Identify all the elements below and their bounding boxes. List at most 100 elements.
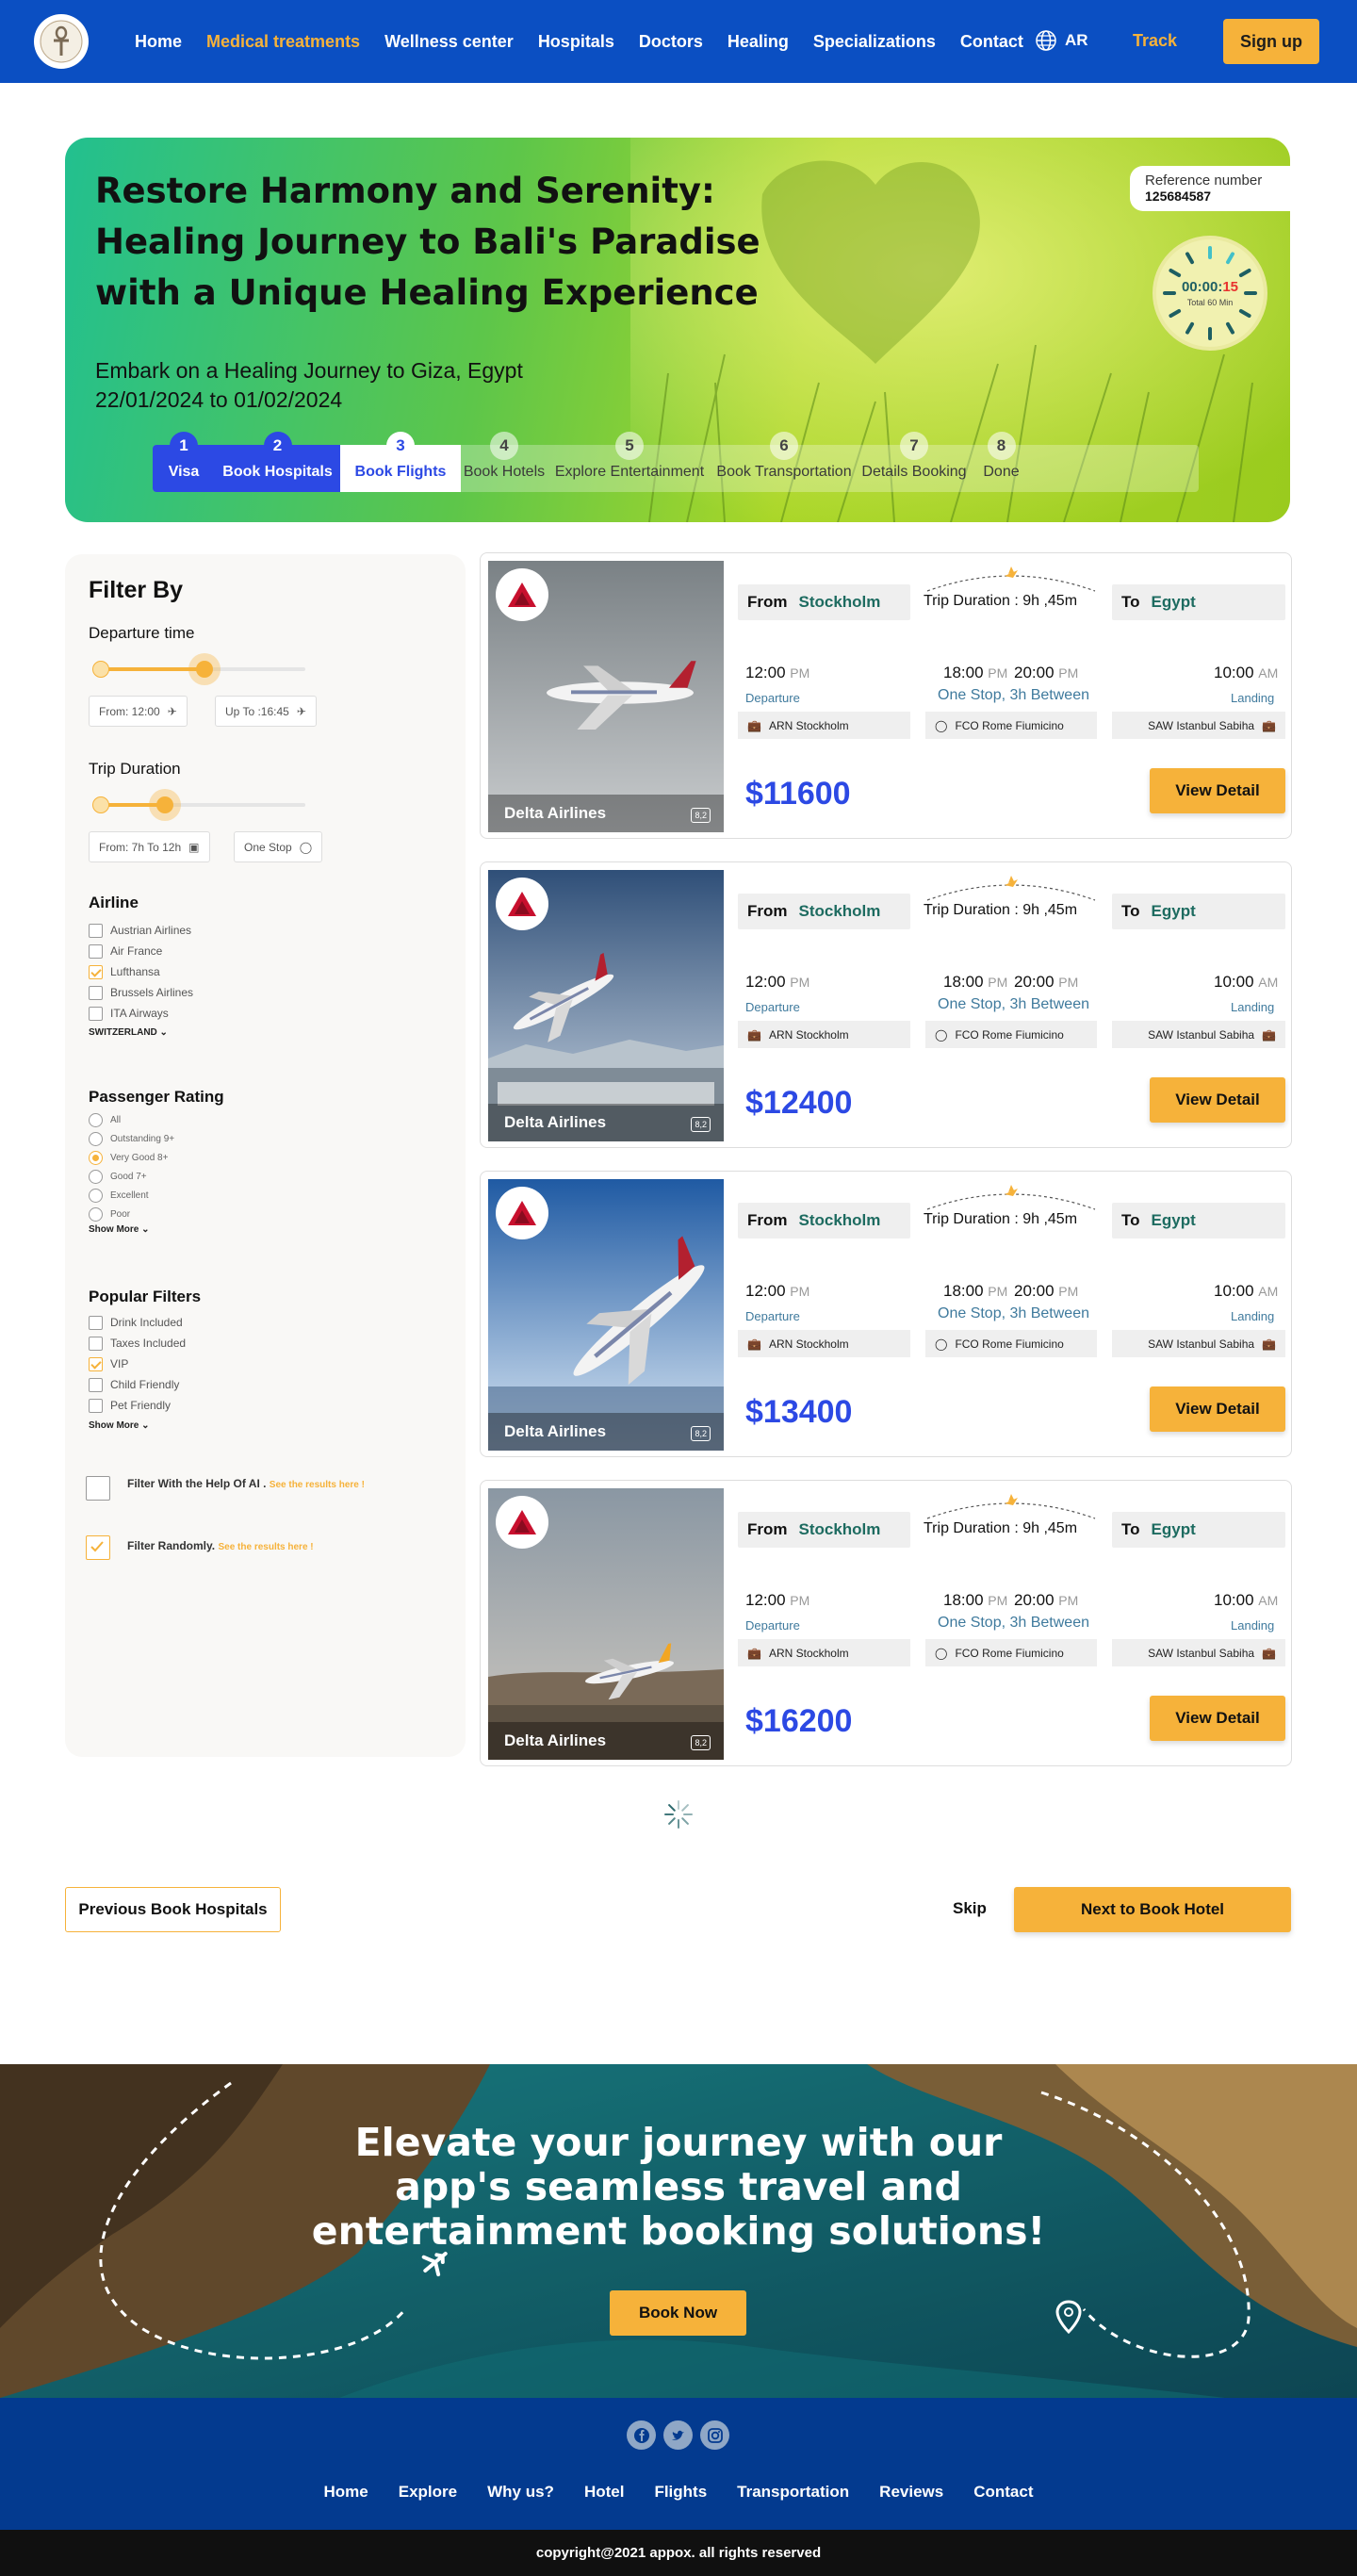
stop-airport: ◯ FCO Rome Fiumicino [925,1639,1097,1666]
checkbox[interactable] [89,1377,103,1392]
step-label: Book Flights [354,464,447,480]
checkbox[interactable] [89,923,103,938]
filter-option[interactable]: Austrian Airlines [89,920,193,941]
departure-min-handle[interactable] [92,661,109,678]
checkbox[interactable] [89,943,103,959]
checkbox[interactable] [89,1356,103,1371]
step-4[interactable]: 4 Book Hotels [461,432,548,492]
option-label: Air France [110,944,163,958]
nav-link-medical-treatments[interactable]: Medical treatments [206,32,360,52]
ai-filter-link[interactable]: See the results here ! [270,1480,365,1490]
to-city: Egypt [1151,902,1196,920]
filter-option[interactable]: Pet Friendly [89,1395,186,1416]
radio-button[interactable] [89,1206,103,1222]
nav-link-contact[interactable]: Contact [960,32,1023,52]
footer-link-flights[interactable]: Flights [654,2483,707,2502]
luggage-icon: 💼 [1262,1027,1276,1042]
language-switch[interactable]: AR [1035,29,1088,52]
book-now-button[interactable]: Book Now [610,2290,746,2336]
next-step-button[interactable]: Next to Book Hotel [1014,1887,1291,1932]
departure-label: Departure [745,1618,800,1633]
rating-option[interactable]: Good 7+ [89,1167,174,1186]
checkbox[interactable] [89,1336,103,1351]
duration-max-handle[interactable] [149,789,181,821]
filter-option[interactable]: Air France [89,941,193,961]
step-1[interactable]: 1 Visa [153,432,215,492]
departure-slider[interactable] [92,653,305,685]
filter-option[interactable]: ITA Airways [89,1003,193,1024]
filter-option[interactable]: Taxes Included [89,1333,186,1354]
skip-button[interactable]: Skip [953,1899,987,1918]
nav-link-home[interactable]: Home [135,32,182,52]
footer-link-explore[interactable]: Explore [399,2483,457,2502]
footer-link-why-us[interactable]: Why us? [487,2483,554,2502]
checkbox[interactable] [89,985,103,1000]
checkbox[interactable] [89,1315,103,1330]
radio-button[interactable] [89,1112,103,1127]
view-detail-button[interactable]: View Detail [1150,1077,1285,1123]
ai-filter-checkbox[interactable] [86,1476,110,1501]
option-label: Very Good 8+ [110,1152,169,1163]
previous-step-button[interactable]: Previous Book Hospitals [65,1887,281,1932]
radio-button[interactable] [89,1150,103,1165]
random-filter-link[interactable]: See the results here ! [218,1542,313,1552]
signup-button[interactable]: Sign up [1223,19,1319,64]
step-8[interactable]: 8 Done [972,432,1031,492]
checkbox[interactable] [89,964,103,979]
rating-option[interactable]: Very Good 8+ [89,1148,174,1167]
filter-option[interactable]: Lufthansa [89,961,193,982]
radio-button[interactable] [89,1131,103,1146]
footer-link-reviews[interactable]: Reviews [879,2483,943,2502]
filter-option[interactable]: Brussels Airlines [89,982,193,1003]
step-2[interactable]: 2 Book Hospitals [215,432,340,492]
departure-airport: 💼 ARN Stockholm [738,1330,910,1357]
radio-button[interactable] [89,1169,103,1184]
popular-show-more[interactable]: Show More ⌄ [89,1420,150,1431]
filter-option[interactable]: VIP [89,1354,186,1374]
departure-to-field[interactable]: Up To :16:45 ✈ [215,696,317,727]
radio-button[interactable] [89,1188,103,1203]
step-number: 6 [770,432,798,460]
rating-option[interactable]: Excellent [89,1186,174,1205]
nav-link-wellness-center[interactable]: Wellness center [384,32,514,52]
instagram-icon[interactable] [700,2420,729,2450]
duration-slider[interactable] [92,789,305,821]
airline-more-toggle[interactable]: SWITZERLAND ⌄ [89,1027,168,1038]
nav-link-doctors[interactable]: Doctors [639,32,703,52]
footer-link-hotel[interactable]: Hotel [584,2483,625,2502]
nav-link-specializations[interactable]: Specializations [813,32,936,52]
view-detail-button[interactable]: View Detail [1150,1386,1285,1432]
departure-from-field[interactable]: From: 12:00 ✈ [89,696,188,727]
rating-option[interactable]: All [89,1110,174,1129]
track-link[interactable]: Track [1133,31,1177,51]
logo[interactable] [34,14,89,69]
step-3[interactable]: 3 Book Flights [340,432,461,492]
duration-range-field[interactable]: From: 7h To 12h ▣ [89,831,210,862]
facebook-icon[interactable] [627,2420,656,2450]
nav-link-hospitals[interactable]: Hospitals [538,32,614,52]
twitter-icon[interactable] [663,2420,693,2450]
checkbox[interactable] [89,1006,103,1021]
duration-min-handle[interactable] [92,796,109,813]
rating-option[interactable]: Outstanding 9+ [89,1129,174,1148]
step-6[interactable]: 6 Book Transportation [711,432,857,492]
departure-max-handle[interactable] [188,653,221,685]
nav-link-healing[interactable]: Healing [728,32,789,52]
airline-name: Delta Airlines [504,804,607,822]
step-7[interactable]: 7 Details Booking [857,432,972,492]
checkbox[interactable] [89,1398,103,1413]
view-detail-button[interactable]: View Detail [1150,768,1285,813]
footer-link-home[interactable]: Home [324,2483,368,2502]
rating-show-more[interactable]: Show More ⌄ [89,1224,150,1235]
random-filter-checkbox[interactable] [86,1535,110,1560]
rating-option[interactable]: Poor [89,1205,174,1223]
stop-arrival-time: 18:00 PM [943,664,1008,681]
filter-option[interactable]: Drink Included [89,1312,186,1333]
step-5[interactable]: 5 Explore Entertainment [548,432,711,492]
filter-option[interactable]: Child Friendly [89,1374,186,1395]
footer-link-transportation[interactable]: Transportation [737,2483,849,2502]
view-detail-button[interactable]: View Detail [1150,1696,1285,1741]
step-number: 3 [386,432,415,460]
footer-link-contact[interactable]: Contact [973,2483,1033,2502]
stops-field[interactable]: One Stop ◯ [234,831,323,862]
